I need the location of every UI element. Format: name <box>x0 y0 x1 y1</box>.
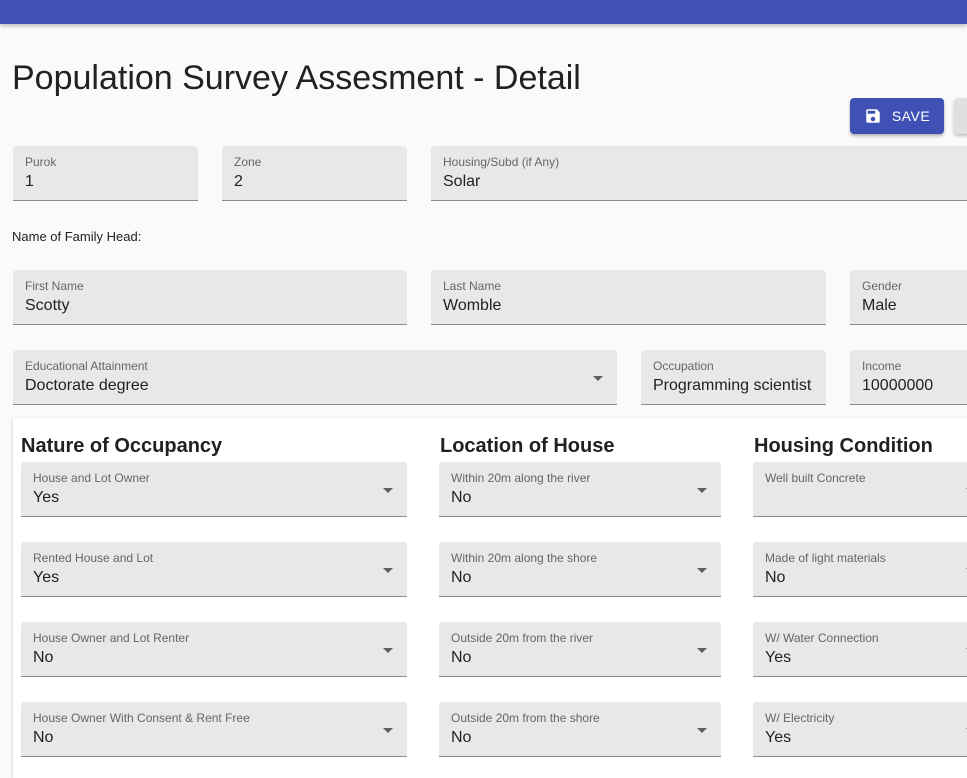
nature-of-occupancy-title: Nature of Occupancy <box>21 435 223 457</box>
electricity-label: W/ Electricity <box>765 711 835 725</box>
income-value: 10000000 <box>862 377 934 394</box>
last-name-label: Last Name <box>443 279 502 293</box>
outside-20m-river-select[interactable]: Outside 20m from the river No <box>439 622 721 677</box>
arrow-drop-down-icon <box>697 648 707 653</box>
light-materials-value: No <box>765 569 786 586</box>
house-owner-lot-renter-select[interactable]: House Owner and Lot Renter No <box>21 622 407 677</box>
house-and-lot-owner-select[interactable]: House and Lot Owner Yes <box>21 462 407 517</box>
first-name-value: Scotty <box>25 297 70 314</box>
last-name-field[interactable]: Last Name Womble <box>431 270 826 325</box>
occupation-label: Occupation <box>653 359 714 373</box>
within-20m-river-select[interactable]: Within 20m along the river No <box>439 462 721 517</box>
secondary-action-button[interactable] <box>954 98 967 134</box>
arrow-drop-down-icon <box>697 568 707 573</box>
arrow-drop-down-icon <box>383 568 393 573</box>
arrow-drop-down-icon <box>697 728 707 733</box>
arrow-drop-down-icon <box>383 648 393 653</box>
light-materials-label: Made of light materials <box>765 551 886 565</box>
electricity-value: Yes <box>765 729 792 746</box>
within-20m-shore-label: Within 20m along the shore <box>451 551 598 565</box>
house-and-lot-owner-label: House and Lot Owner <box>33 471 150 485</box>
educational-attainment-label: Educational Attainment <box>25 359 148 373</box>
income-label: Income <box>862 359 902 373</box>
rented-house-and-lot-select[interactable]: Rented House and Lot Yes <box>21 542 407 597</box>
income-field[interactable]: Income 10000000 <box>850 350 967 405</box>
gender-label: Gender <box>862 279 903 293</box>
save-button-label: SAVE <box>891 108 931 124</box>
zone-label: Zone <box>234 155 262 169</box>
outside-20m-shore-label: Outside 20m from the shore <box>451 711 600 725</box>
housing-subd-field[interactable]: Housing/Subd (if Any) Solar <box>431 146 967 201</box>
zone-value: 2 <box>234 173 243 190</box>
electricity-select[interactable]: W/ Electricity Yes <box>753 702 967 757</box>
within-20m-river-label: Within 20m along the river <box>451 471 591 485</box>
zone-field[interactable]: Zone 2 <box>222 146 407 201</box>
purok-field[interactable]: Purok 1 <box>13 146 198 201</box>
gender-field[interactable]: Gender Male <box>850 270 967 325</box>
within-20m-shore-select[interactable]: Within 20m along the shore No <box>439 542 721 597</box>
well-built-concrete-label: Well built Concrete <box>765 471 866 485</box>
house-owner-consent-rent-free-label: House Owner With Consent & Rent Free <box>33 711 250 725</box>
water-connection-value: Yes <box>765 649 792 666</box>
educational-attainment-value: Doctorate degree <box>25 377 149 394</box>
water-connection-label: W/ Water Connection <box>765 631 879 645</box>
well-built-concrete-select[interactable]: Well built Concrete <box>753 462 967 517</box>
rented-house-and-lot-label: Rented House and Lot <box>33 551 154 565</box>
outside-20m-river-label: Outside 20m from the river <box>451 631 594 645</box>
save-icon <box>864 107 882 125</box>
first-name-field[interactable]: First Name Scotty <box>13 270 407 325</box>
arrow-drop-down-icon <box>697 488 707 493</box>
house-owner-lot-renter-label: House Owner and Lot Renter <box>33 631 190 645</box>
arrow-drop-down-icon <box>593 376 603 381</box>
family-head-label: Name of Family Head: <box>12 229 142 244</box>
location-of-house-title: Location of House <box>440 435 615 457</box>
occupation-field[interactable]: Occupation Programming scientist <box>641 350 826 405</box>
app-bar <box>0 0 967 24</box>
occupation-value: Programming scientist <box>653 377 812 394</box>
housing-condition-title: Housing Condition <box>754 435 933 457</box>
house-owner-lot-renter-value: No <box>33 649 54 666</box>
housing-subd-value: Solar <box>443 173 481 190</box>
outside-20m-shore-select[interactable]: Outside 20m from the shore No <box>439 702 721 757</box>
outside-20m-shore-value: No <box>451 729 472 746</box>
purok-value: 1 <box>25 173 34 190</box>
house-and-lot-owner-value: Yes <box>33 489 60 506</box>
save-button[interactable]: SAVE <box>850 98 944 134</box>
light-materials-select[interactable]: Made of light materials No <box>753 542 967 597</box>
page-title: Population Survey Assesment - Detail <box>12 59 581 97</box>
house-owner-consent-rent-free-value: No <box>33 729 54 746</box>
house-owner-consent-rent-free-select[interactable]: House Owner With Consent & Rent Free No <box>21 702 407 757</box>
within-20m-river-value: No <box>451 489 472 506</box>
outside-20m-river-value: No <box>451 649 472 666</box>
rented-house-and-lot-value: Yes <box>33 569 60 586</box>
water-connection-select[interactable]: W/ Water Connection Yes <box>753 622 967 677</box>
arrow-drop-down-icon <box>383 488 393 493</box>
within-20m-shore-value: No <box>451 569 472 586</box>
last-name-value: Womble <box>443 297 502 314</box>
housing-subd-label: Housing/Subd (if Any) <box>443 155 560 169</box>
first-name-label: First Name <box>25 279 84 293</box>
arrow-drop-down-icon <box>383 728 393 733</box>
purok-label: Purok <box>25 155 57 169</box>
gender-value: Male <box>862 297 897 314</box>
educational-attainment-select[interactable]: Educational Attainment Doctorate degree <box>13 350 617 405</box>
